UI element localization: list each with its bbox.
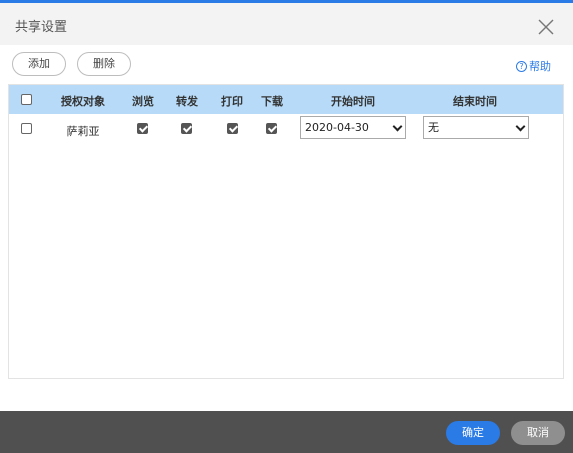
dialog-title: 共享设置 [15, 20, 68, 35]
column-header-browse: 浏览 [132, 95, 154, 108]
add-button[interactable]: 添加 [12, 52, 66, 76]
question-icon: ? [516, 60, 527, 72]
column-header-start-time: 开始时间 [331, 95, 375, 108]
end-time-select[interactable]: 无 [423, 116, 529, 139]
column-header-download: 下载 [261, 95, 283, 108]
dialog-header: 共享设置 [0, 3, 573, 45]
column-header-forward: 转发 [176, 95, 198, 108]
dialog-footer: 确定 取消 [0, 411, 573, 453]
start-time-value: 2020-04-30 [305, 121, 369, 134]
column-header-object: 授权对象 [61, 95, 105, 108]
download-checkbox[interactable] [266, 123, 277, 134]
help-link[interactable]: ? 帮助 [516, 58, 551, 74]
chevron-down-icon [392, 121, 403, 132]
delete-button[interactable]: 删除 [77, 52, 131, 76]
close-icon[interactable] [537, 18, 555, 36]
ok-button[interactable]: 确定 [446, 421, 500, 445]
select-all-checkbox[interactable] [21, 94, 32, 105]
print-checkbox[interactable] [227, 123, 238, 134]
start-time-select[interactable]: 2020-04-30 [300, 116, 406, 139]
help-label: 帮助 [529, 60, 551, 73]
column-header-print: 打印 [221, 95, 243, 108]
table-header: 授权对象 浏览 转发 打印 下载 开始时间 结束时间 [9, 85, 563, 114]
object-name: 萨莉亚 [66, 125, 100, 138]
chevron-down-icon [515, 121, 526, 132]
cancel-button[interactable]: 取消 [511, 421, 565, 445]
end-time-value: 无 [428, 121, 439, 134]
column-header-end-time: 结束时间 [453, 95, 497, 108]
browse-checkbox[interactable] [137, 123, 148, 134]
forward-checkbox[interactable] [181, 123, 192, 134]
share-table: 授权对象 浏览 转发 打印 下载 开始时间 结束时间 萨莉亚 2020-04-3… [8, 84, 564, 379]
row-select-checkbox[interactable] [21, 123, 32, 134]
